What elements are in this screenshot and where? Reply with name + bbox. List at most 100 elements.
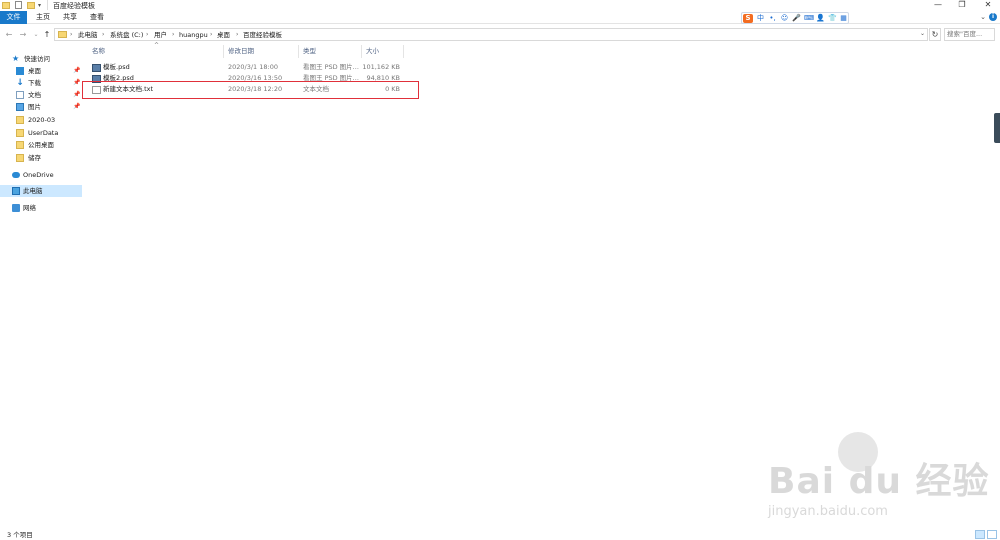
column-divider[interactable] <box>298 45 299 58</box>
cloud-icon <box>12 172 20 178</box>
customize-toolbar-icon[interactable]: ▾ <box>38 1 47 10</box>
sidebar-item-label: UserData <box>28 129 59 137</box>
close-button[interactable]: ✕ <box>978 0 998 11</box>
file-size: 101,162 KB <box>362 63 400 71</box>
folder-icon <box>16 154 24 162</box>
pin-icon[interactable]: 📌 <box>73 66 80 76</box>
sidebar-item-storage[interactable]: 储存 <box>0 152 82 164</box>
sidebar-item-label: 储存 <box>28 154 41 162</box>
sort-ascending-icon: ^ <box>154 42 160 49</box>
recent-locations-icon[interactable]: ⌄ <box>31 29 41 40</box>
user-icon[interactable]: 👤 <box>816 14 825 23</box>
keyboard-icon[interactable]: ⌨ <box>804 14 814 23</box>
address-bar[interactable]: › 此电脑 › 系统盘 (C:) › 用户 › huangpu › 桌面 › 百… <box>54 28 928 41</box>
star-icon: ★ <box>12 54 20 63</box>
sidebar-item-documents[interactable]: 文档 📌 <box>0 89 82 101</box>
sidebar-item-pictures[interactable]: 图片 📌 <box>0 101 82 113</box>
maximize-button[interactable]: ❐ <box>952 0 972 11</box>
table-row[interactable]: 模板.psd 2020/3/1 18:00 看图王 PSD 图片... 101,… <box>87 62 417 73</box>
refresh-button[interactable]: ↻ <box>929 28 941 41</box>
address-dropdown-icon[interactable]: ⌄ <box>920 30 925 37</box>
side-dock-handle[interactable] <box>994 113 1000 143</box>
breadcrumb-system-drive[interactable]: 系统盘 (C:) <box>110 30 143 40</box>
tab-home[interactable]: 主页 <box>33 11 53 24</box>
toolbox-icon[interactable]: ▦ <box>839 14 848 23</box>
microphone-icon[interactable]: 🎤 <box>792 14 801 23</box>
sidebar-item-label: 此电脑 <box>23 187 43 195</box>
sidebar-item-label: 公用桌面 <box>28 141 54 149</box>
help-icon[interactable]: i <box>989 13 997 21</box>
folder-icon <box>58 31 67 38</box>
sidebar-item-network[interactable]: 网络 <box>0 202 82 214</box>
folder-icon <box>16 116 24 124</box>
pin-icon[interactable]: 📌 <box>73 90 80 100</box>
breadcrumb-separator[interactable]: › <box>102 30 104 40</box>
sogou-logo-icon[interactable]: S <box>743 14 753 23</box>
punctuation-icon[interactable]: •, <box>768 14 777 23</box>
download-icon: ↓ <box>16 78 24 88</box>
sidebar-item-onedrive[interactable]: OneDrive <box>0 169 82 181</box>
breadcrumb-separator[interactable]: › <box>146 30 148 40</box>
column-header-name[interactable]: 名称 <box>92 46 105 56</box>
tab-share[interactable]: 共享 <box>60 11 80 24</box>
folder-icon <box>16 129 24 137</box>
sidebar-item-label: 图片 <box>28 103 41 111</box>
breadcrumb-separator[interactable]: › <box>172 30 174 40</box>
large-icons-view-icon[interactable] <box>987 530 997 539</box>
sidebar-item-label: 下载 <box>28 79 41 87</box>
address-row: ← → ⌄ ↑ › 此电脑 › 系统盘 (C:) › 用户 › huangpu … <box>0 27 1000 42</box>
watermark-brand: Bai du 经验 <box>768 461 990 502</box>
annotation-highlight-box <box>82 81 419 99</box>
sidebar-item-userdata[interactable]: UserData <box>0 127 82 139</box>
tab-view[interactable]: 查看 <box>87 11 107 24</box>
navigation-pane: ★ 快速访问 桌面 📌 ↓ 下载 📌 文档 📌 图片 📌 2020-03 Use… <box>0 48 82 528</box>
column-header-type[interactable]: 类型 <box>303 46 316 56</box>
pin-icon[interactable]: 📌 <box>73 78 80 88</box>
breadcrumb-separator[interactable]: › <box>70 30 72 40</box>
sidebar-item-2020-03[interactable]: 2020-03 <box>0 114 82 126</box>
emoji-icon[interactable]: ☺ <box>780 14 789 23</box>
pin-icon[interactable]: 📌 <box>73 102 80 112</box>
sidebar-item-desktop[interactable]: 桌面 📌 <box>0 65 82 77</box>
column-header-modified[interactable]: 修改日期 <box>228 46 254 56</box>
details-view-icon[interactable] <box>975 530 985 539</box>
desktop-icon <box>16 67 24 75</box>
breadcrumb-huangpu[interactable]: huangpu <box>179 30 208 40</box>
sidebar-item-public-desktop[interactable]: 公用桌面 <box>0 139 82 151</box>
status-bar: 3 个项目 <box>0 530 1000 540</box>
search-input[interactable]: 搜索"百度... <box>944 28 995 41</box>
breadcrumb-current-folder[interactable]: 百度经验模板 <box>243 30 282 40</box>
sidebar-item-quick-access[interactable]: ★ 快速访问 <box>0 53 82 65</box>
column-divider[interactable] <box>403 45 404 58</box>
folder-icon <box>2 1 11 10</box>
network-icon <box>12 204 20 212</box>
column-divider[interactable] <box>361 45 362 58</box>
sidebar-item-downloads[interactable]: ↓ 下载 📌 <box>0 77 82 89</box>
breadcrumb-separator[interactable]: › <box>236 30 238 40</box>
file-name: 模板.psd <box>103 63 130 71</box>
breadcrumb-separator[interactable]: › <box>210 30 212 40</box>
properties-icon[interactable] <box>15 1 24 10</box>
breadcrumb-this-pc[interactable]: 此电脑 <box>78 30 98 40</box>
column-header-size[interactable]: 大小 <box>366 46 379 56</box>
up-arrow-icon[interactable]: ↑ <box>42 29 52 40</box>
watermark-url: jingyan.baidu.com <box>768 504 888 519</box>
sidebar-item-this-pc[interactable]: 此电脑 <box>0 185 82 197</box>
back-arrow-icon[interactable]: ← <box>4 29 14 40</box>
sidebar-item-label: OneDrive <box>23 171 54 179</box>
ribbon-tabs: 文件 主页 共享 查看 ⌄ i <box>0 11 1000 24</box>
new-folder-icon[interactable] <box>27 1 36 10</box>
skin-icon[interactable]: 👕 <box>828 14 837 23</box>
minimize-button[interactable]: — <box>928 0 948 11</box>
column-divider[interactable] <box>223 45 224 58</box>
search-placeholder: 搜索"百度... <box>947 30 983 38</box>
baidu-jingyan-watermark: Bai du 经验 jingyan.baidu.com <box>768 432 989 530</box>
folder-icon <box>16 141 24 149</box>
breadcrumb-desktop[interactable]: 桌面 <box>217 30 230 40</box>
picture-icon <box>16 103 24 111</box>
breadcrumb-users[interactable]: 用户 <box>154 30 167 40</box>
chinese-mode-icon[interactable]: 中 <box>756 14 765 23</box>
forward-arrow-icon[interactable]: → <box>18 29 28 40</box>
tab-file[interactable]: 文件 <box>0 11 27 24</box>
expand-ribbon-icon[interactable]: ⌄ <box>980 13 986 21</box>
